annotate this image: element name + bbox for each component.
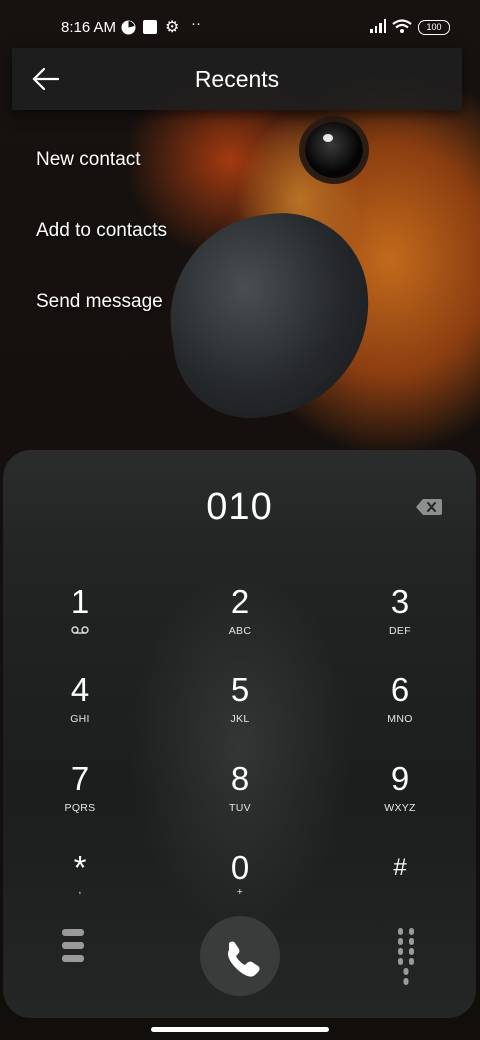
key-3[interactable]: 3 DEF bbox=[345, 580, 455, 660]
new-contact-item[interactable]: New contact bbox=[36, 148, 167, 219]
wifi-icon bbox=[392, 19, 412, 33]
key-letters: PQRS bbox=[64, 802, 96, 814]
send-message-item[interactable]: Send message bbox=[36, 290, 167, 361]
key-digit: 6 bbox=[390, 671, 410, 708]
wallpaper-parrot-eye bbox=[305, 122, 363, 178]
key-digit: 9 bbox=[390, 760, 410, 797]
status-time: 8:16 AM bbox=[61, 19, 117, 36]
key-digit: 5 bbox=[230, 671, 250, 708]
key-letters: , bbox=[78, 884, 82, 896]
dialpad-toggle-icon[interactable] bbox=[396, 928, 416, 986]
top-app-bar: Recents bbox=[12, 48, 462, 110]
key-digit: 7 bbox=[70, 760, 90, 797]
key-letters: GHI bbox=[70, 713, 90, 725]
key-7[interactable]: 7 PQRS bbox=[25, 757, 135, 837]
key-hash[interactable]: # bbox=[345, 846, 455, 926]
key-letters: WXYZ bbox=[384, 802, 416, 814]
more-dots-icon: ·· bbox=[191, 15, 201, 32]
square-app-icon bbox=[143, 20, 157, 34]
key-6[interactable]: 6 MNO bbox=[345, 668, 455, 748]
voicemail-icon bbox=[71, 626, 89, 634]
pie-app-icon bbox=[121, 20, 136, 35]
key-1[interactable]: 1 bbox=[25, 580, 135, 660]
key-5[interactable]: 5 JKL bbox=[185, 668, 295, 748]
key-digit: 3 bbox=[390, 583, 410, 620]
key-4[interactable]: 4 GHI bbox=[25, 668, 135, 748]
settings-icon: ⚙ bbox=[165, 19, 180, 36]
key-8[interactable]: 8 TUV bbox=[185, 757, 295, 837]
key-9[interactable]: 9 WXYZ bbox=[345, 757, 455, 837]
key-letters: TUV bbox=[229, 802, 251, 814]
battery-icon: 100 bbox=[418, 20, 450, 35]
key-digit: 0 bbox=[230, 849, 250, 886]
key-0[interactable]: 0 + bbox=[185, 846, 295, 926]
key-letters: JKL bbox=[230, 713, 250, 725]
key-digit: 2 bbox=[230, 583, 250, 620]
phone-icon bbox=[228, 941, 260, 977]
key-2[interactable]: 2 ABC bbox=[185, 580, 295, 660]
page-title: Recents bbox=[194, 66, 280, 92]
backspace-icon[interactable] bbox=[416, 499, 442, 515]
key-letters: + bbox=[236, 886, 244, 898]
signal-icon bbox=[370, 19, 386, 33]
key-letters: DEF bbox=[389, 625, 411, 637]
call-button[interactable] bbox=[200, 916, 280, 996]
key-digit: 8 bbox=[230, 760, 250, 797]
dialed-number: 010 bbox=[206, 486, 273, 528]
add-to-contacts-item[interactable]: Add to contacts bbox=[36, 219, 167, 290]
home-indicator[interactable] bbox=[151, 1027, 329, 1032]
menu-lines-icon[interactable] bbox=[62, 929, 84, 973]
key-letters: MNO bbox=[387, 713, 413, 725]
key-digit: # bbox=[393, 854, 407, 881]
wallpaper-parrot-beak bbox=[157, 202, 383, 428]
recents-actions: New contact Add to contacts Send message bbox=[36, 148, 167, 361]
key-star[interactable]: * , bbox=[25, 846, 135, 926]
key-letters: ABC bbox=[228, 625, 252, 637]
key-digit: * bbox=[73, 849, 87, 886]
key-digit: 4 bbox=[70, 671, 90, 708]
key-digit: 1 bbox=[70, 583, 90, 620]
